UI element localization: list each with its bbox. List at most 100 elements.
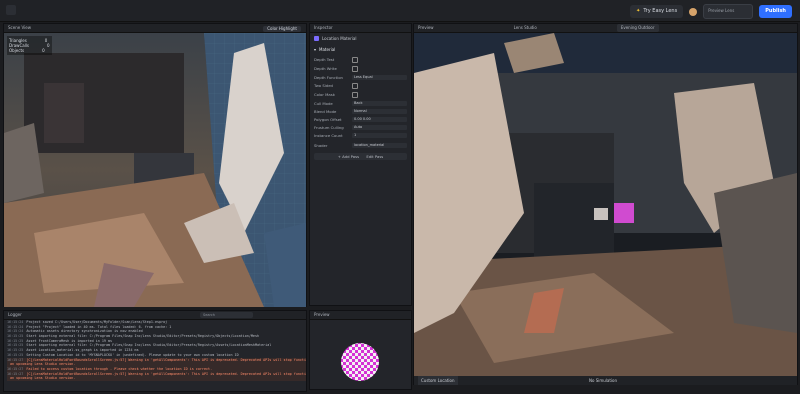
- logger-title: Logger: [8, 312, 22, 317]
- lens-preview-footer: Custom Location No Simulation: [414, 376, 797, 385]
- prop-label: Frustum Culling: [314, 124, 344, 130]
- inspector-prop-row: Two Sided: [310, 81, 411, 90]
- try-app-button[interactable]: ✦ Try Easy Lens: [630, 5, 684, 18]
- add-pass-button[interactable]: + Add Pass Edit Pass: [314, 153, 407, 160]
- inspector-prop-row: Frustum Culling Auto: [310, 123, 411, 131]
- prop-field[interactable]: Auto: [352, 124, 407, 130]
- inspector-prop-row: Polygon Offset 0.00 0.00: [310, 115, 411, 123]
- inspector-prop-row: Color Mask: [310, 90, 411, 99]
- log-time: 16:15:27: [7, 357, 24, 362]
- add-pass-label: Add Pass: [342, 154, 360, 159]
- preview-title: Preview: [418, 25, 434, 30]
- log-time: 16:15:25: [7, 348, 24, 353]
- scene-panel-title: Scene View: [8, 25, 31, 30]
- prop-label: Two Sided: [314, 83, 333, 88]
- inspector-panel: Inspector Location Material ▾ Material D…: [309, 23, 412, 306]
- edit-pass-label[interactable]: Edit Pass: [366, 154, 383, 159]
- log-time: 16:15:25: [7, 352, 24, 357]
- log-time: 16:15:24: [7, 329, 24, 334]
- prop-label: Depth Write: [314, 66, 337, 71]
- prop-checkbox[interactable]: [352, 65, 358, 72]
- log-time: 16:15:25: [7, 338, 24, 343]
- shader-row: Shader location_material: [310, 141, 411, 149]
- material-section-header[interactable]: ▾ Material: [310, 44, 411, 55]
- inspector-prop-row: Depth Write: [310, 64, 411, 73]
- log-message: Setting Custom Location id to 'MYSNAPLOC…: [26, 352, 239, 357]
- top-toolbar: ✦ Try Easy Lens Preview Lens Publish: [0, 0, 800, 22]
- material-icon: [314, 36, 319, 41]
- log-message: Start importing external file: C:/Progra…: [26, 343, 272, 348]
- prop-label: Polygon Offset: [314, 116, 342, 122]
- prop-label: Depth Test: [314, 57, 335, 62]
- scene-render: [4, 33, 306, 307]
- simulation-dropdown[interactable]: No Simulation: [589, 376, 617, 385]
- prop-label: Cull Mode: [314, 100, 333, 106]
- prop-field[interactable]: 0.00 0.00: [352, 116, 407, 122]
- log-message: Project saved C:/Users/User/Documents/My…: [26, 320, 168, 324]
- prop-field[interactable]: Normal: [352, 108, 407, 114]
- inspector-prop-row: Depth Function Less Equal: [310, 73, 411, 81]
- stat-value: 0: [42, 48, 45, 53]
- material-preview-panel: Preview: [309, 310, 412, 390]
- log-message: an upcoming Lens Studio version.: [10, 362, 76, 367]
- menu-icon[interactable]: [6, 5, 16, 15]
- material-name-row: Location Material: [310, 33, 411, 44]
- log-list[interactable]: 16:15:24 Project saved C:/Users/User/Docu…: [4, 320, 306, 381]
- logger-search-input[interactable]: Search: [200, 312, 253, 318]
- scene-mode-dropdown[interactable]: Color Highlight: [263, 26, 301, 32]
- prop-checkbox[interactable]: [352, 56, 358, 63]
- section-title: Material: [319, 47, 336, 52]
- prop-checkbox[interactable]: [352, 91, 358, 98]
- log-message: [C]/LensMaterialHoldFontBoundsScrollScre…: [26, 357, 306, 362]
- prop-label: Color Mask: [314, 92, 335, 97]
- inspector-prop-row: Depth Test: [310, 55, 411, 64]
- shader-label: Shader: [314, 142, 328, 148]
- prop-field[interactable]: 1: [352, 132, 407, 138]
- material-name: Location Material: [322, 36, 357, 41]
- logger-panel: Logger Search 16:15:24 Project saved C:/U…: [3, 310, 307, 392]
- log-time: 16:15:24: [7, 324, 24, 329]
- lens-preview-viewport[interactable]: [414, 33, 797, 376]
- log-time: 16:15:27: [7, 371, 24, 376]
- inspector-prop-row: Instance Count 1: [310, 131, 411, 139]
- inspector-prop-row: Blend Mode Normal: [310, 107, 411, 115]
- lens-preview-header: Preview Lens Studio Evening Outdoor: [414, 24, 797, 33]
- shader-field[interactable]: location_material: [352, 142, 407, 148]
- prop-label: Depth Function: [314, 74, 343, 80]
- stat-value: 0: [47, 43, 50, 48]
- log-message: Asset FrontCameraMesh is imported in 19 …: [26, 338, 113, 343]
- custom-location-dropdown[interactable]: Custom Location: [418, 376, 458, 385]
- scene-panel-header: Scene View Color Highlight: [4, 24, 306, 33]
- log-message: Start importing external file: C:/Progra…: [26, 334, 260, 339]
- material-preview-title: Preview: [314, 312, 330, 317]
- log-message: Automatic assets directory synchronizati…: [26, 329, 143, 334]
- log-time: 16:15:24: [7, 320, 24, 324]
- lens-preview-panel: Preview Lens Studio Evening Outdoor Cust…: [413, 23, 798, 385]
- user-avatar[interactable]: [689, 7, 698, 16]
- log-time: 16:15:25: [7, 334, 24, 339]
- prop-checkbox[interactable]: [352, 82, 358, 89]
- prop-label: Instance Count: [314, 132, 343, 138]
- stats-overlay: Triangles 0 DrawCalls 0 Objects 0: [7, 36, 52, 55]
- publish-button[interactable]: Publish: [759, 5, 792, 18]
- preview-lens-dropdown[interactable]: Preview Lens: [703, 4, 754, 19]
- log-message: [C]/LensMaterialHoldFontBoundsScrollScre…: [26, 371, 306, 376]
- scene-viewport[interactable]: Triangles 0 DrawCalls 0 Objects 0: [4, 33, 306, 307]
- inspector-header: Inspector: [310, 24, 411, 33]
- log-line[interactable]: an upcoming Lens Studio version.: [7, 376, 306, 381]
- stat-label: Objects: [9, 48, 25, 53]
- prop-field[interactable]: Less Equal: [352, 74, 407, 80]
- log-time: 16:15:25: [7, 343, 24, 348]
- log-message: Asset Location_material.ss_graph is impo…: [26, 348, 139, 353]
- prop-label: Blend Mode: [314, 108, 337, 114]
- log-message: Project "Project" loaded in 40 ms. Total…: [26, 324, 172, 329]
- inspector-prop-row: Cull Mode Back: [310, 99, 411, 107]
- logger-header: Logger Search: [4, 311, 306, 320]
- lighting-dropdown[interactable]: Evening Outdoor: [616, 24, 659, 32]
- chevron-down-icon: ▾: [314, 47, 317, 52]
- log-message: Failed to access custom location through…: [26, 366, 213, 371]
- prop-field[interactable]: Back: [352, 100, 407, 106]
- inspector-title: Inspector: [314, 25, 333, 30]
- sparkle-icon: ✦: [636, 8, 641, 14]
- scene-panel: Scene View Color Highlight Triangles 0 D…: [3, 23, 307, 307]
